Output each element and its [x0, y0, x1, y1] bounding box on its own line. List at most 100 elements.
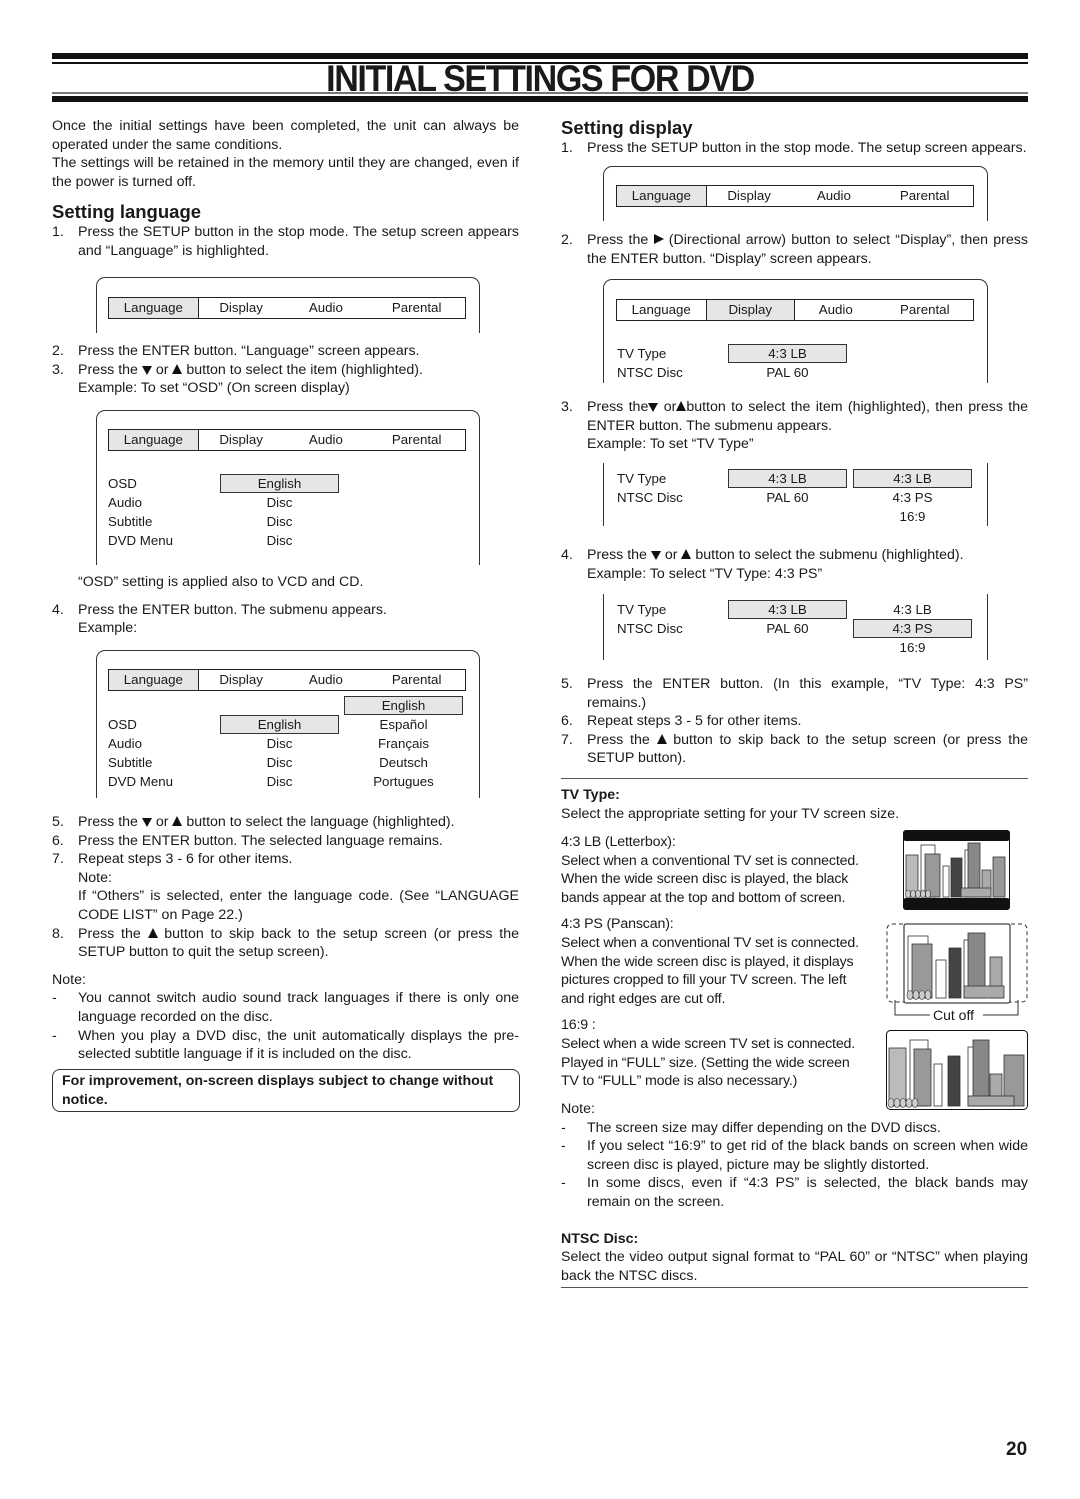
item-ntsc-disc[interactable]: NTSC Disc — [617, 619, 683, 638]
tab-language[interactable]: Language — [109, 298, 199, 318]
lang-step-2: 2. Press the ENTER button. “Language” sc… — [52, 342, 519, 361]
step-number: 3. — [561, 399, 573, 415]
step-text: Press the — [587, 731, 650, 748]
example-text: Example: To set “TV Type” — [587, 436, 754, 453]
section-divider-bottom — [561, 1287, 1028, 1288]
submenu-43lb-highlighted[interactable]: 4:3 LB — [853, 469, 972, 488]
item-dvd-menu[interactable]: DVD Menu — [108, 531, 173, 550]
intro-paragraph-2: The settings will be retained in the mem… — [52, 155, 519, 190]
step-number: 4. — [561, 547, 573, 563]
up-arrow-icon — [172, 363, 183, 374]
value-ntsc-disc: PAL 60 — [766, 490, 809, 505]
step-number: 6. — [561, 713, 573, 730]
submenu-43ps-highlighted[interactable]: 4:3 PS — [853, 619, 972, 638]
lang-step-3: 3. Press the or button to select the ite… — [52, 361, 519, 398]
item-subtitle[interactable]: Subtitle — [108, 753, 152, 772]
submenu-deutsch[interactable]: Deutsch — [344, 753, 463, 772]
value-subtitle: Disc — [266, 755, 293, 770]
menu-tabs: Language Display Audio Parental — [108, 429, 466, 451]
step-text: or — [663, 399, 677, 415]
tab-display[interactable]: Display — [705, 300, 795, 320]
step-text: or — [664, 547, 678, 563]
note-label: Note: — [78, 869, 112, 886]
tab-display[interactable]: Display — [707, 186, 792, 206]
value-subtitle: Disc — [266, 514, 293, 529]
heading-setting-language: Setting language — [52, 201, 202, 223]
tab-language[interactable]: Language — [109, 430, 199, 450]
item-osd[interactable]: OSD — [108, 715, 137, 734]
item-tv-type[interactable]: TV Type — [617, 600, 666, 619]
tab-language[interactable]: Language — [617, 186, 707, 206]
value-tv-type-highlighted[interactable]: 4:3 LB — [728, 344, 847, 363]
item-osd[interactable]: OSD — [108, 474, 137, 493]
tab-language[interactable]: Language — [109, 670, 199, 690]
submenu-english-highlighted[interactable]: English — [344, 696, 463, 715]
tab-parental[interactable]: Parental — [876, 186, 973, 206]
page-number: 20 — [1006, 1439, 1028, 1460]
item-tv-type[interactable]: TV Type — [617, 469, 666, 488]
submenu-169[interactable]: 16:9 — [853, 507, 972, 526]
widescreen-tv-illustration — [886, 1030, 1028, 1110]
bullet-dash: - — [52, 990, 57, 1007]
disp-step-4: 4. Press the or button to select the sub… — [561, 546, 1028, 583]
item-audio[interactable]: Audio — [108, 493, 142, 512]
tv-type-heading: TV Type: — [561, 787, 620, 803]
value-osd-highlighted[interactable]: English — [220, 715, 339, 734]
step-number: 4. — [52, 601, 64, 618]
tab-display[interactable]: Display — [199, 298, 284, 318]
step-text: Press the SETUP button in the stop mode.… — [78, 224, 519, 259]
step-text: button to skip back to the setup screen … — [587, 731, 1028, 767]
tab-parental[interactable]: Parental — [368, 298, 465, 318]
submenu-169[interactable]: 16:9 — [853, 638, 972, 657]
item-ntsc-disc[interactable]: NTSC Disc — [617, 488, 683, 507]
value-tv-type-highlighted[interactable]: 4:3 LB — [728, 600, 847, 619]
tab-display[interactable]: Display — [199, 430, 284, 450]
improvement-notice-text: For improvement, on-screen displays subj… — [62, 1073, 494, 1108]
note-label: Note: — [52, 971, 86, 988]
step-text: Repeat steps 3 - 6 for other items. — [78, 851, 293, 868]
value-osd-highlighted[interactable]: English — [220, 474, 339, 493]
submenu-espanol[interactable]: Español — [344, 715, 463, 734]
tab-audio[interactable]: Audio — [795, 300, 877, 320]
tab-audio[interactable]: Audio — [792, 186, 877, 206]
tab-audio[interactable]: Audio — [284, 430, 369, 450]
lang-steps-2-3: 2. Press the ENTER button. “Language” sc… — [52, 342, 519, 398]
item-audio[interactable]: Audio — [108, 734, 142, 753]
step-text: or — [155, 814, 169, 830]
value-dvd-menu: Disc — [266, 774, 293, 789]
submenu-43lb[interactable]: 4:3 LB — [853, 600, 972, 619]
tab-parental[interactable]: Parental — [877, 300, 973, 320]
item-subtitle[interactable]: Subtitle — [108, 512, 152, 531]
step-text: Press the — [587, 399, 649, 415]
wide-label: 16:9 : — [561, 1017, 596, 1034]
note-text: The screen size may differ depending on … — [587, 1119, 941, 1136]
value-ntsc-disc: PAL 60 — [766, 365, 809, 380]
tab-language[interactable]: Language — [617, 300, 706, 320]
value-tv-type-highlighted[interactable]: 4:3 LB — [728, 469, 847, 488]
down-arrow-icon — [650, 551, 661, 560]
item-dvd-menu[interactable]: DVD Menu — [108, 772, 173, 791]
submenu-43ps[interactable]: 4:3 PS — [853, 488, 972, 507]
tab-display[interactable]: Display — [199, 670, 284, 690]
up-arrow-icon — [676, 401, 687, 411]
item-tv-type[interactable]: TV Type — [617, 344, 666, 363]
tab-parental[interactable]: Parental — [368, 430, 465, 450]
lang-note-1: - You cannot switch audio sound track la… — [52, 989, 519, 1026]
submenu-portugues[interactable]: Portugues — [344, 772, 463, 791]
right-arrow-icon — [653, 234, 664, 244]
step-number: 5. — [52, 814, 64, 830]
submenu-francais[interactable]: Français — [344, 734, 463, 753]
tab-parental[interactable]: Parental — [368, 670, 465, 690]
disp-steps-5-7: 5. Press the ENTER button. (In this exam… — [561, 675, 1028, 768]
step-text: Press the ENTER button. (In this example… — [587, 676, 1028, 711]
note-label: Note: — [561, 1101, 595, 1117]
step-number: 7. — [561, 731, 573, 748]
note-text: When you play a DVD disc, the unit autom… — [78, 1027, 519, 1063]
tab-audio[interactable]: Audio — [284, 298, 369, 318]
bullet-dash: - — [561, 1119, 566, 1136]
item-ntsc-disc[interactable]: NTSC Disc — [617, 363, 683, 382]
tab-audio[interactable]: Audio — [284, 670, 369, 690]
setup-screen-language: Language Display Audio Parental — [96, 277, 480, 333]
step-text: button to select the item (highlighted). — [186, 361, 423, 378]
bullet-dash: - — [52, 1027, 57, 1044]
